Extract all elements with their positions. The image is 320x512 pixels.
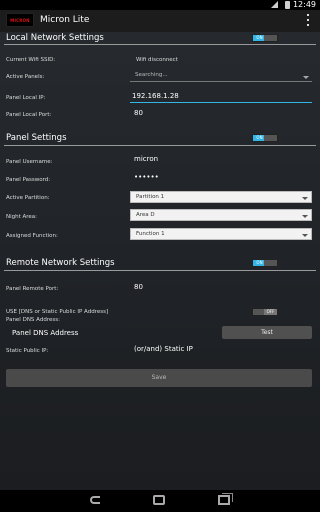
remote-network-title: Remote Network Settings [6, 258, 115, 268]
logo-text: MICRON [10, 17, 30, 23]
section-divider [4, 145, 316, 146]
panel-local-port-value[interactable]: 80 [134, 109, 143, 117]
app-title: Micron Lite [40, 15, 90, 25]
active-panels-label: Active Panels: [6, 74, 45, 80]
panel-settings-toggle[interactable]: ON [252, 134, 278, 142]
assigned-function-select[interactable]: Function 1 [130, 228, 312, 240]
password-value[interactable]: •••••• [134, 173, 159, 181]
remote-network-toggle[interactable]: ON [252, 259, 278, 267]
night-area-select[interactable]: Area D [130, 209, 312, 221]
system-nav-bar [0, 490, 320, 512]
test-button[interactable]: Test [222, 326, 312, 339]
active-partition-select[interactable]: Partition 1 [130, 191, 312, 203]
night-area-label: Night Area: [6, 214, 38, 220]
username-label: Panel Username: [6, 159, 53, 165]
active-partition-label: Active Partition: [6, 195, 50, 201]
recent-apps-icon[interactable] [218, 493, 233, 505]
app-logo: MICRON [6, 13, 34, 27]
static-ip-input[interactable]: (or/and) Static IP [134, 345, 193, 353]
dropdown-arrow-icon [302, 215, 308, 218]
overflow-menu-icon[interactable] [306, 14, 310, 26]
dropdown-arrow-icon [303, 76, 309, 79]
username-value[interactable]: micron [134, 155, 158, 163]
panel-local-ip-input[interactable]: 192.168.1.28 [130, 91, 312, 103]
static-ip-label: Static Public IP: [6, 348, 49, 354]
dropdown-arrow-icon [302, 234, 308, 237]
ssid-label: Current Wifi SSID: [6, 57, 56, 63]
section-divider [4, 44, 316, 45]
home-icon[interactable] [153, 495, 165, 505]
status-time: 12:49 [292, 0, 316, 9]
back-icon[interactable] [90, 496, 100, 504]
save-button[interactable]: Save [6, 369, 312, 387]
status-bar: 12:49 [0, 0, 320, 10]
panel-local-ip-label: Panel Local IP: [6, 95, 46, 101]
local-network-title: Local Network Settings [6, 33, 104, 43]
ssid-value: Wifi disconnect [136, 57, 178, 63]
section-divider [4, 270, 316, 271]
local-network-toggle[interactable]: ON [252, 34, 278, 42]
panel-settings-title: Panel Settings [6, 133, 67, 143]
dropdown-arrow-icon [302, 197, 308, 200]
battery-icon [285, 1, 290, 9]
remote-port-value[interactable]: 80 [134, 283, 143, 291]
wifi-signal-icon [271, 1, 278, 8]
use-dns-label: USE [DNS or Static Public IP Address] [6, 309, 109, 315]
dns-address-label: Panel DNS Address: [6, 317, 60, 323]
panel-local-port-label: Panel Local Port: [6, 112, 52, 118]
password-label: Panel Password: [6, 177, 51, 183]
remote-port-label: Panel Remote Port: [6, 286, 59, 292]
use-dns-toggle[interactable]: OFF [252, 308, 278, 316]
active-panels-select[interactable]: Searching... [130, 70, 312, 82]
dns-address-input[interactable]: Panel DNS Address [12, 329, 78, 337]
assigned-function-label: Assigned Function: [6, 233, 58, 239]
